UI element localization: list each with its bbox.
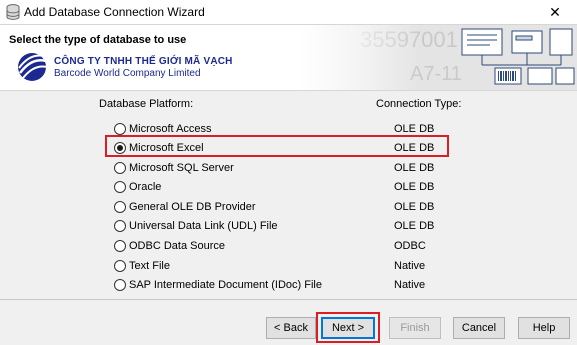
radio-button[interactable] (114, 219, 126, 232)
platform-option-text-file[interactable]: Text File Native (114, 256, 464, 275)
connection-type: Native (394, 278, 426, 291)
back-button[interactable]: < Back (266, 317, 316, 339)
radio-button[interactable] (114, 161, 126, 174)
cancel-button[interactable]: Cancel (453, 317, 505, 339)
radio-button[interactable] (114, 180, 126, 193)
selection-highlight-box (105, 135, 449, 157)
platform-option-udl-file[interactable]: Universal Data Link (UDL) File OLE DB (114, 216, 464, 235)
company-logo: CÔNG TY TNHH THẾ GIỚI MÃ VẠCH Barcode Wo… (14, 51, 233, 83)
platform-option-oracle[interactable]: Oracle OLE DB (114, 177, 464, 196)
wizard-footer: < Back Next > Finish Cancel Help (0, 300, 577, 345)
page-heading: Select the type of database to use (9, 34, 187, 46)
globe-logo-icon (18, 53, 48, 81)
database-icon (6, 4, 20, 20)
connection-type: ODBC (394, 239, 426, 252)
connection-type: Native (394, 259, 426, 272)
wizard-header: 35597001 A7-11 Select the type of d (0, 25, 577, 91)
radio-button[interactable] (114, 239, 126, 252)
close-icon[interactable]: ✕ (533, 0, 577, 25)
database-platform-panel: Database Platform: Connection Type: Micr… (0, 92, 577, 299)
platform-label: Universal Data Link (UDL) File (129, 219, 278, 232)
next-button[interactable]: Next > (321, 317, 375, 339)
company-name: CÔNG TY TNHH THẾ GIỚI MÃ VẠCH (54, 55, 233, 67)
platform-label: SAP Intermediate Document (IDoc) File (129, 278, 322, 291)
platform-option-odbc[interactable]: ODBC Data Source ODBC (114, 236, 464, 255)
platform-column-header: Database Platform: (99, 98, 194, 110)
connection-type: OLE DB (394, 180, 435, 193)
help-button[interactable]: Help (518, 317, 570, 339)
platform-label: ODBC Data Source (129, 239, 225, 252)
radio-button[interactable] (114, 278, 126, 291)
platform-option-general-ole-db[interactable]: General OLE DB Provider OLE DB (114, 197, 464, 216)
platform-label: Text File (129, 259, 170, 272)
connection-type: OLE DB (394, 219, 435, 232)
window-title: Add Database Connection Wizard (24, 5, 205, 19)
title-bar: Add Database Connection Wizard ✕ (0, 0, 577, 25)
radio-button[interactable] (114, 200, 126, 213)
finish-button[interactable]: Finish (389, 317, 441, 339)
platform-label: Microsoft Access (129, 122, 212, 135)
platform-label: Microsoft SQL Server (129, 161, 234, 174)
platform-option-sap-idoc[interactable]: SAP Intermediate Document (IDoc) File Na… (114, 275, 464, 294)
company-subtitle: Barcode World Company Limited (54, 67, 201, 79)
connection-type: OLE DB (394, 200, 435, 213)
connection-type: OLE DB (394, 161, 435, 174)
platform-label: General OLE DB Provider (129, 200, 256, 213)
connection-type: OLE DB (394, 122, 435, 135)
platform-option-microsoft-sql-server[interactable]: Microsoft SQL Server OLE DB (114, 158, 464, 177)
radio-button[interactable] (114, 259, 126, 272)
radio-button[interactable] (114, 122, 126, 135)
platform-label: Oracle (129, 180, 162, 193)
connection-column-header: Connection Type: (376, 98, 462, 110)
